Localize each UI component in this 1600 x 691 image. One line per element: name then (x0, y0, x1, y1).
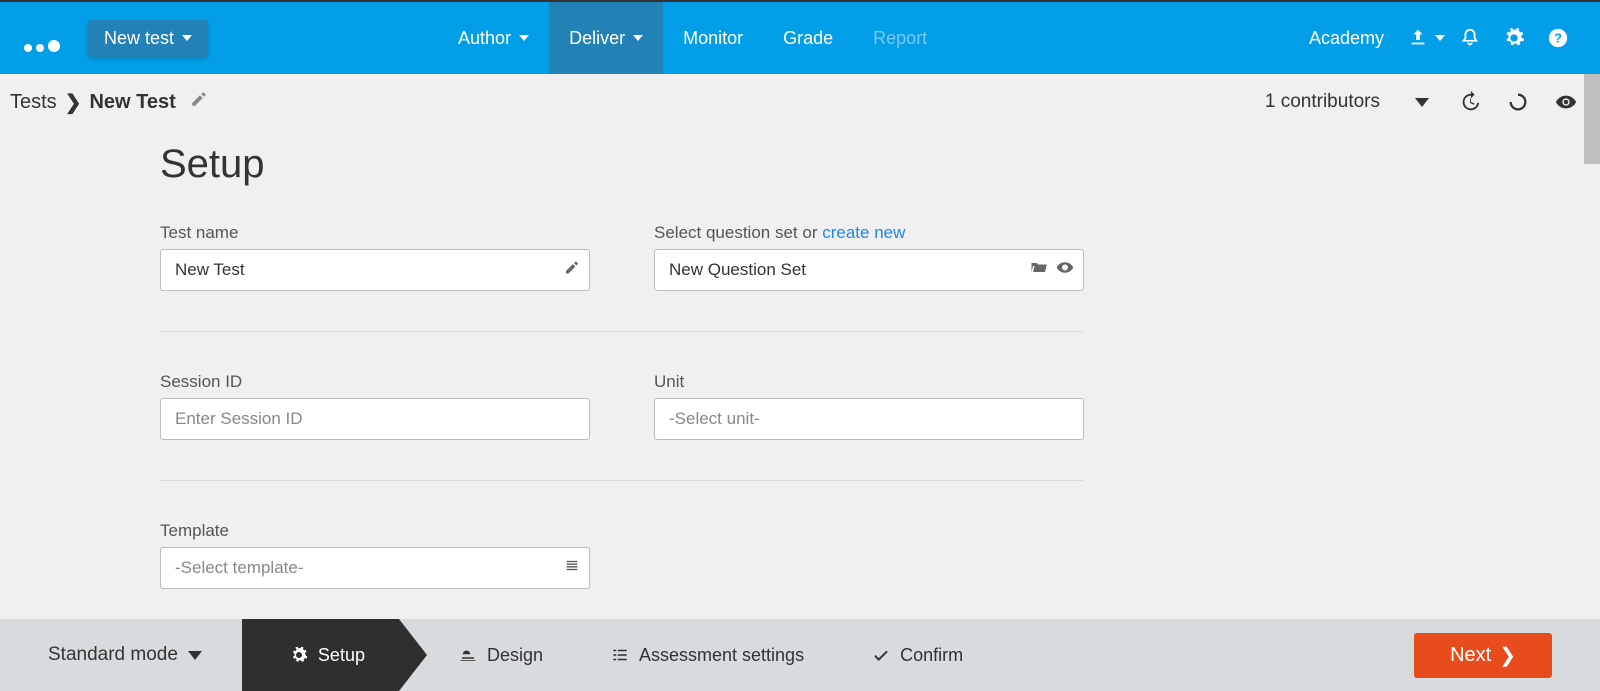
breadcrumb-separator: ❯ (65, 90, 82, 115)
eye-icon[interactable] (1056, 259, 1074, 282)
field-question-set: Select question set or create new (654, 223, 1084, 291)
eye-icon[interactable] (1542, 91, 1590, 113)
nav-academy-label: Academy (1309, 28, 1384, 49)
chevron-right-icon: ❯ (1499, 643, 1516, 668)
nav-author-label: Author (458, 28, 511, 49)
nav-report-label: Report (873, 28, 927, 49)
app-logo[interactable] (0, 2, 84, 74)
main-content: Setup Test name Select question set or c… (0, 130, 1600, 619)
test-name-input[interactable] (160, 249, 590, 291)
step-setup[interactable]: Setup (242, 619, 399, 691)
nav-report: Report (853, 2, 947, 74)
divider (160, 331, 1084, 332)
field-test-name: Test name (160, 223, 590, 291)
next-button-label: Next (1450, 644, 1491, 667)
refresh-icon[interactable] (1494, 91, 1542, 113)
footer-stepper: Standard mode Setup Design Assessment se… (0, 619, 1600, 691)
nav-deliver-label: Deliver (569, 28, 625, 49)
steps: Setup Design Assessment settings Confirm (242, 619, 997, 691)
test-name-label: Test name (160, 223, 590, 243)
field-session-id: Session ID (160, 372, 590, 440)
create-new-link[interactable]: create new (822, 223, 905, 242)
folder-open-icon[interactable] (1030, 259, 1048, 282)
mode-label: Standard mode (48, 644, 178, 666)
nav-monitor[interactable]: Monitor (663, 2, 763, 74)
field-unit: Unit -Select unit- (654, 372, 1084, 440)
step-design[interactable]: Design (399, 619, 577, 691)
breadcrumb-current: New Test (89, 91, 175, 114)
contributors-dropdown[interactable] (1398, 98, 1446, 107)
template-select[interactable]: -Select template- (160, 547, 590, 589)
nav-grade-label: Grade (783, 28, 833, 49)
new-test-label: New test (104, 28, 174, 49)
session-id-input[interactable] (160, 398, 590, 440)
chevron-down-icon (182, 35, 192, 41)
unit-placeholder: -Select unit- (669, 409, 760, 429)
session-id-label: Session ID (160, 372, 590, 392)
unit-select[interactable]: -Select unit- (654, 398, 1084, 440)
new-test-dropdown[interactable]: New test (88, 20, 208, 57)
mode-toggle[interactable]: Standard mode (48, 644, 202, 666)
template-placeholder: -Select template- (175, 558, 304, 578)
history-icon[interactable] (1446, 91, 1494, 113)
question-set-label: Select question set or (654, 223, 822, 242)
next-button[interactable]: Next ❯ (1414, 633, 1552, 678)
help-icon[interactable]: ? (1536, 2, 1580, 74)
step-confirm[interactable]: Confirm (838, 619, 997, 691)
list-icon[interactable] (564, 558, 580, 579)
breadcrumb: Tests ❯ New Test (10, 90, 208, 115)
svg-text:?: ? (1554, 31, 1562, 46)
chevron-down-icon (519, 35, 529, 41)
pencil-icon[interactable] (190, 90, 208, 114)
pencil-icon[interactable] (564, 260, 580, 281)
subheader: Tests ❯ New Test 1 contributors (0, 74, 1600, 130)
gear-icon[interactable] (1492, 2, 1536, 74)
unit-label: Unit (654, 372, 1084, 392)
chevron-down-icon (188, 651, 202, 660)
bell-icon[interactable] (1448, 2, 1492, 74)
nav-grade[interactable]: Grade (763, 2, 853, 74)
top-nav: New test Author Deliver Monitor Grade Re… (0, 2, 1600, 74)
nav-monitor-label: Monitor (683, 28, 743, 49)
step-confirm-label: Confirm (900, 645, 963, 666)
step-assessment-settings[interactable]: Assessment settings (577, 619, 838, 691)
nav-deliver[interactable]: Deliver (549, 2, 663, 74)
nav-author[interactable]: Author (438, 2, 549, 74)
question-set-input[interactable] (654, 249, 1084, 291)
divider (160, 480, 1084, 481)
scrollbar[interactable] (1584, 74, 1600, 164)
upload-icon[interactable] (1404, 2, 1448, 74)
step-assessment-label: Assessment settings (639, 645, 804, 666)
chevron-down-icon (633, 35, 643, 41)
page-title: Setup (160, 142, 1440, 187)
breadcrumb-root[interactable]: Tests (10, 91, 57, 114)
step-design-label: Design (487, 645, 543, 666)
template-label: Template (160, 521, 590, 541)
step-setup-label: Setup (318, 645, 365, 666)
contributors-count[interactable]: 1 contributors (1265, 91, 1380, 113)
nav-academy[interactable]: Academy (1289, 2, 1404, 74)
chevron-down-icon (1435, 35, 1445, 41)
field-template: Template -Select template- (160, 521, 590, 589)
